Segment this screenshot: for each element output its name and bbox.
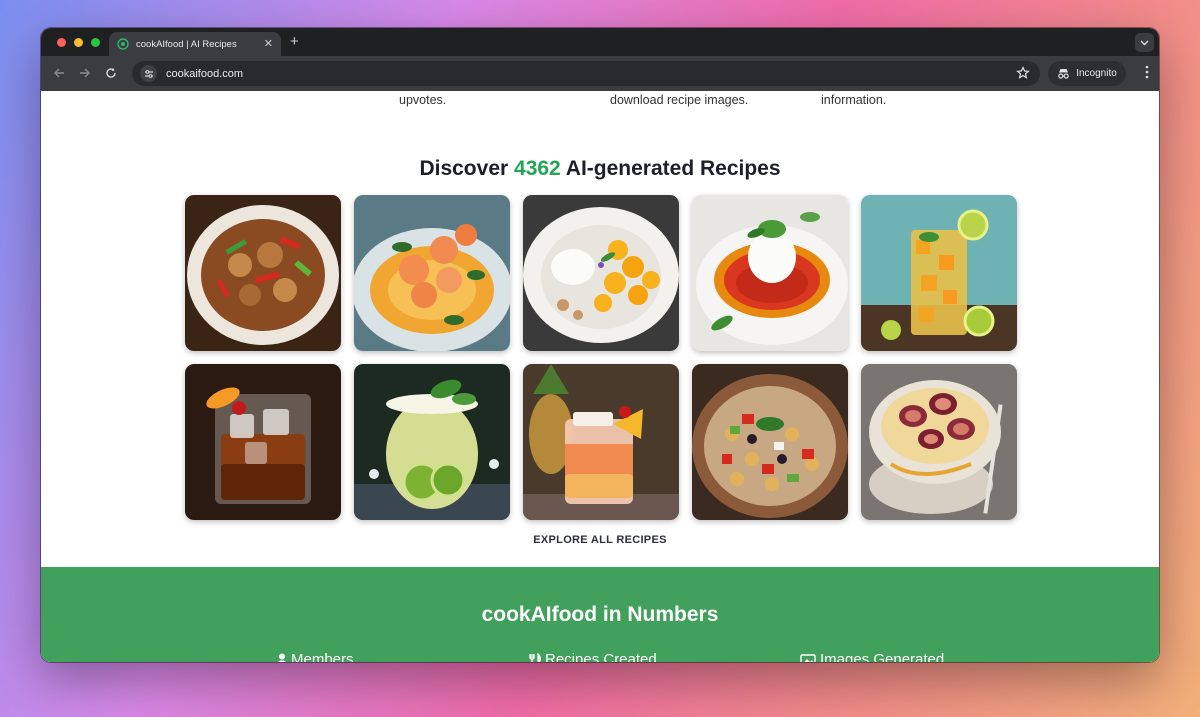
image-icon — [800, 653, 816, 662]
bookmark-star-icon[interactable] — [1016, 66, 1030, 80]
reload-icon — [106, 67, 116, 78]
arrow-left-icon — [54, 68, 64, 78]
more-menu-icon[interactable] — [1145, 65, 1149, 79]
recipe-count: 4362 — [514, 157, 561, 180]
active-tab[interactable]: cookAIfood | AI Recipes ✕ — [109, 32, 281, 56]
stat-images-generated: Images Generated — [800, 651, 944, 662]
stat-members: Members — [277, 651, 354, 662]
url-text: cookaifood.com — [166, 67, 244, 80]
forward-button[interactable] — [76, 64, 94, 82]
recipe-card-lime-cocktail[interactable] — [354, 364, 510, 520]
tab-close-icon[interactable]: ✕ — [264, 38, 273, 50]
stat-label-members: Members — [291, 651, 354, 662]
stat-label-images-generated: Images Generated — [820, 651, 945, 662]
numbers-title: cookAIfood in Numbers — [481, 603, 719, 626]
numbers-section: cookAIfood in Numbers Members Recipes Cr… — [41, 567, 1159, 662]
pineapple-cocktail-image — [523, 364, 679, 520]
whiskey-cocktail-image — [185, 364, 341, 520]
address-bar[interactable]: cookaifood.com — [132, 61, 1040, 86]
maximize-window-button[interactable] — [91, 38, 100, 47]
utensils-icon — [529, 652, 541, 662]
new-tab-button[interactable]: + — [290, 34, 299, 49]
stat-recipes-created: Recipes Created — [529, 651, 657, 662]
feature-text-information: information. — [821, 93, 887, 107]
discover-heading: Discover 4362 AI-generated Recipes — [41, 157, 1159, 181]
incognito-label: Incognito — [1076, 68, 1117, 79]
recipe-card-fig-bowl[interactable] — [861, 364, 1017, 520]
browser-window: cookAIfood | AI Recipes ✕ + cookaifood.c… — [41, 28, 1159, 662]
incognito-indicator[interactable]: Incognito — [1048, 61, 1126, 86]
recipe-card-chicken-stir-fry[interactable] — [185, 195, 341, 351]
recipe-card-whiskey-cocktail[interactable] — [185, 364, 341, 520]
fig-bowl-image — [861, 364, 1017, 520]
recipe-card-mango-cocktail[interactable] — [861, 195, 1017, 351]
back-button[interactable] — [50, 64, 68, 82]
site-favicon-icon — [117, 38, 129, 50]
reload-button[interactable] — [102, 64, 120, 82]
chickpea-salad-image — [692, 364, 848, 520]
discover-prefix: Discover — [419, 157, 515, 180]
arrow-right-icon — [80, 68, 90, 78]
browser-toolbar: cookaifood.com Incognito — [41, 56, 1159, 91]
chicken-stir-fry-image — [185, 195, 341, 351]
tab-title: cookAIfood | AI Recipes — [136, 38, 237, 50]
recipe-card-chickpea-salad[interactable] — [692, 364, 848, 520]
site-info-button[interactable] — [140, 65, 157, 82]
tab-search-button[interactable] — [1135, 33, 1154, 52]
explore-all-recipes-link[interactable]: EXPLORE ALL RECIPES — [41, 534, 1159, 546]
page-content: upvotes. download recipe images. informa… — [41, 91, 1159, 662]
minimize-window-button[interactable] — [74, 38, 83, 47]
shrimp-dish-image — [354, 195, 510, 351]
lime-cocktail-image — [354, 364, 510, 520]
incognito-icon — [1058, 69, 1070, 79]
tab-strip: cookAIfood | AI Recipes ✕ + — [41, 28, 1159, 56]
burrata-tomato-image — [692, 195, 848, 351]
feature-text-upvotes: upvotes. — [399, 93, 447, 107]
window-controls — [57, 38, 100, 47]
discover-suffix: AI-generated Recipes — [560, 157, 781, 180]
recipe-card-pineapple-cocktail[interactable] — [523, 364, 679, 520]
recipe-card-shrimp-dish[interactable] — [354, 195, 510, 351]
feature-text-download: download recipe images. — [610, 93, 749, 107]
mango-cocktail-image — [861, 195, 1017, 351]
tune-icon — [144, 69, 153, 78]
person-icon — [278, 653, 286, 662]
recipe-card-burrata-tomato[interactable] — [692, 195, 848, 351]
recipe-card-dessert-plate[interactable] — [523, 195, 679, 351]
close-window-button[interactable] — [57, 38, 66, 47]
chevron-down-icon — [1140, 40, 1149, 45]
stat-label-recipes-created: Recipes Created — [545, 651, 657, 662]
dessert-plate-image — [523, 195, 679, 351]
